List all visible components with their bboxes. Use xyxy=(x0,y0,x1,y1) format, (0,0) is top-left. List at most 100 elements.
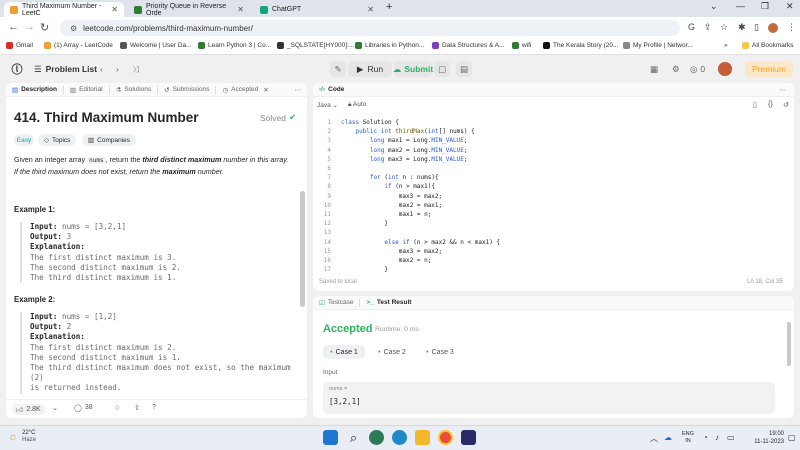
close-icon[interactable]: ✕ xyxy=(367,5,374,14)
extensions-icon[interactable]: ✱ xyxy=(738,22,746,33)
code-editor[interactable]: 1 class Solution {2 public int thirdMax(i… xyxy=(313,119,783,275)
bookmark-star-icon[interactable]: ☆ xyxy=(720,22,728,33)
bookmark-welcome[interactable]: Welcome | User Da... xyxy=(120,42,192,49)
bookmark-profile[interactable]: My Profile | Networ... xyxy=(623,42,693,49)
browser-tab-title: Third Maximum Number - LeetC xyxy=(22,2,102,17)
submit-button[interactable]: ☁ Submit xyxy=(393,61,433,77)
wifi-icon[interactable]: ◔ xyxy=(703,433,708,442)
problem-title: 414. Third Maximum Number xyxy=(14,110,199,125)
all-bookmarks[interactable]: All Bookmarks xyxy=(742,42,794,49)
next-problem-icon[interactable]: › xyxy=(116,62,119,76)
windows-start-icon[interactable] xyxy=(323,430,338,445)
difficulty-badge[interactable]: Easy xyxy=(14,134,34,146)
menu-icon[interactable]: ⋮ xyxy=(787,22,796,33)
bookmark-gmail[interactable]: Gmail xyxy=(6,42,33,49)
close-icon[interactable]: ✕ xyxy=(237,5,244,14)
tab-code[interactable]: ‹/› Code xyxy=(313,83,350,97)
edge-dev-icon[interactable] xyxy=(369,430,384,445)
language-select[interactable]: Java ⌄ xyxy=(317,101,338,109)
reset-icon[interactable]: ↺ xyxy=(783,101,789,109)
bookmark-sqlstate[interactable]: _SQLSTATE[HY000]:... xyxy=(277,42,354,49)
google-lens-icon[interactable]: G xyxy=(688,22,695,32)
more-icon[interactable]: ⋯ xyxy=(780,86,795,94)
onedrive-icon[interactable]: ☁ xyxy=(664,433,672,442)
browser-tab-0[interactable]: Third Maximum Number - LeetC ✕ xyxy=(4,2,124,17)
thumbs-down-icon[interactable]: ⌄ xyxy=(52,404,58,412)
app-icon[interactable] xyxy=(461,430,476,445)
bookmark-icon[interactable]: ▯ xyxy=(753,101,757,109)
description-scrollbar[interactable] xyxy=(300,191,305,307)
streak-counter[interactable]: ◎ 0 xyxy=(690,62,705,76)
browser-tab-1[interactable]: Priority Queue in Reverse Orde ✕ xyxy=(128,2,250,17)
list-icon: ☰ xyxy=(34,63,42,74)
close-icon[interactable]: ✕ xyxy=(111,5,118,14)
tab-accepted[interactable]: ◷ Accepted ✕ xyxy=(216,83,274,97)
bookmark-kerala[interactable]: The Kerala Story (20... xyxy=(543,42,618,49)
tab-description[interactable]: ▤ Description xyxy=(6,83,63,97)
browser-tab-2[interactable]: ChatGPT ✕ xyxy=(254,2,380,17)
search-icon[interactable]: ⌕ xyxy=(346,430,361,445)
sidepanel-icon[interactable]: ▯ xyxy=(754,22,759,33)
debug-icon[interactable]: ✎ xyxy=(330,61,346,77)
bookmark-libraries[interactable]: Libraries in Python... xyxy=(355,42,424,49)
case-2-tab[interactable]: • Case 2 xyxy=(371,345,413,359)
share-icon[interactable]: ⇧ xyxy=(134,404,140,412)
language-indicator[interactable]: ENG IN xyxy=(682,431,694,445)
weather-widget[interactable]: ☼ 22°C Haze xyxy=(8,430,36,444)
profile-avatar[interactable] xyxy=(768,23,778,33)
url-field[interactable]: ⚙ leetcode.com/problems/third-maximum-nu… xyxy=(60,20,680,36)
help-icon[interactable]: ? xyxy=(152,404,156,411)
shuffle-icon[interactable]: ⤨ xyxy=(132,62,139,76)
layout-icon[interactable]: ▦ xyxy=(650,62,658,76)
overflow-chevron-icon[interactable]: » xyxy=(724,42,728,49)
minimize-button[interactable]: — xyxy=(736,1,745,11)
site-info-icon[interactable]: ⚙ xyxy=(70,24,77,33)
tab-submissions[interactable]: ↺ Submissions xyxy=(158,83,215,97)
reload-icon[interactable]: ↻ xyxy=(40,21,49,34)
tray-chevron-icon[interactable]: ︿ xyxy=(650,433,658,444)
favorite-star-icon[interactable]: ☆ xyxy=(114,404,120,412)
run-button[interactable]: ▶ Run xyxy=(348,61,392,77)
close-window-button[interactable]: ✕ xyxy=(786,1,794,12)
notes-icon[interactable]: ▢ xyxy=(434,61,450,77)
clock[interactable]: 19:00 11-11-2023 xyxy=(744,431,784,446)
battery-icon[interactable]: ▭ xyxy=(727,433,735,442)
terminal-icon: >_ xyxy=(366,299,374,306)
tab-solutions[interactable]: ⚗ Solutions xyxy=(110,83,158,97)
format-braces-icon[interactable]: {} xyxy=(768,101,773,108)
tab-search-icon[interactable]: ⌄ xyxy=(710,1,718,12)
problem-list-button[interactable]: ☰ Problem List xyxy=(34,62,97,76)
bookmark-python[interactable]: Learn Python 3 | Co... xyxy=(198,42,271,49)
file-explorer-icon[interactable] xyxy=(415,430,430,445)
premium-button[interactable]: Premium xyxy=(745,61,793,77)
case-3-tab[interactable]: • Case 3 xyxy=(419,345,461,359)
user-avatar[interactable] xyxy=(718,62,732,76)
chrome-icon[interactable] xyxy=(438,430,453,445)
maximize-button[interactable]: ❐ xyxy=(761,1,769,12)
tab-testcase[interactable]: ☑ Testcase xyxy=(313,296,359,310)
forward-icon[interactable]: → xyxy=(24,21,35,33)
bookmark-wifi[interactable]: wifi xyxy=(512,42,531,49)
prev-problem-icon[interactable]: ‹ xyxy=(100,62,103,76)
back-icon[interactable]: ← xyxy=(8,21,19,33)
note-doc-icon[interactable]: ▤ xyxy=(456,61,472,77)
bookmark-dsa[interactable]: Data Structures & A... xyxy=(432,42,505,49)
topics-tag[interactable]: ◇ Topics xyxy=(38,134,77,146)
comments-button[interactable]: ◯ 38 xyxy=(74,404,93,412)
more-icon[interactable]: ⋯ xyxy=(295,86,308,94)
auto-mode[interactable]: 🔒︎ Auto xyxy=(348,101,366,109)
leetcode-logo-icon[interactable]: ⓛ xyxy=(10,62,24,76)
case-1-tab[interactable]: • Case 1 xyxy=(323,345,365,359)
companies-tag[interactable]: ▥ Companies xyxy=(82,134,137,146)
bookmark-leetcode[interactable]: (1) Array - LeetCode xyxy=(44,42,113,49)
tab-editorial[interactable]: ▥ Editorial xyxy=(64,83,109,97)
settings-icon[interactable]: ⚙ xyxy=(672,62,680,76)
edge-icon[interactable] xyxy=(392,430,407,445)
new-tab-button[interactable]: + xyxy=(386,1,392,13)
like-button[interactable]: 👍︎ 2.8K xyxy=(12,404,45,415)
volume-icon[interactable]: ♪ xyxy=(715,433,719,442)
result-scrollbar[interactable] xyxy=(787,322,791,366)
notification-icon[interactable]: ▢ xyxy=(788,433,796,442)
share-icon[interactable]: ⇪ xyxy=(704,22,712,33)
tab-test-result[interactable]: >_ Test Result xyxy=(360,296,417,310)
